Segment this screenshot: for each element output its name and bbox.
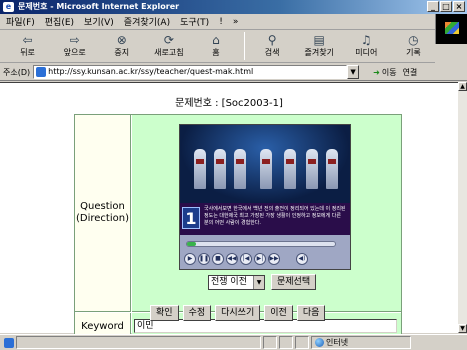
address-label: 주소(D) [3, 67, 31, 77]
scroll-up-icon[interactable]: ▲ [458, 82, 467, 91]
contestant-podium [194, 149, 206, 189]
menu-help[interactable]: ! [219, 17, 223, 27]
direction-label: (Direction) [76, 213, 129, 224]
volume-icon[interactable]: ◀) [296, 253, 308, 265]
page-icon [36, 67, 47, 77]
favorites-button[interactable]: ▤ 즐겨찾기 [298, 31, 341, 61]
pause-icon[interactable]: ❚❚ [198, 253, 210, 265]
refresh-icon: ⟳ [163, 33, 174, 47]
vertical-scrollbar[interactable]: ▲ ▼ [458, 82, 467, 333]
stop-icon: ⊗ [116, 33, 127, 47]
address-dropdown-button[interactable]: ▼ [347, 65, 360, 79]
maximize-button[interactable]: □ [440, 1, 452, 12]
keyword-input[interactable]: 이민 [134, 319, 397, 333]
video-subtitle-band: 1 국사에서보면 한국에서 백년 전의 출전이 정리되어 있는데 이 정리된 정… [180, 203, 350, 235]
security-zone: 인터넷 [311, 336, 411, 349]
status-bar: 인터넷 [0, 334, 467, 350]
previous-button[interactable]: 이전 [264, 305, 293, 321]
contestant-podium [234, 149, 246, 189]
player-controls: ▶ ❚❚ ■ ◀◀ |◀ ▶| ▶▶ ◀) [180, 235, 350, 269]
go-button[interactable]: ➜ 이동 [373, 67, 396, 78]
stop-button[interactable]: ⊗ 중지 [100, 31, 143, 61]
progress-fill [187, 242, 196, 246]
back-arrow-icon: ⇦ [22, 33, 33, 47]
standard-toolbar: ⇦ 뒤로 ⇨ 앞으로 ⊗ 중지 ⟳ 새로고침 ⌂ 홈 ⚲ 검색 ▤ 즐겨찾기 ♫… [0, 31, 435, 63]
windows-logo-throbber [435, 14, 467, 44]
previous-icon[interactable]: |◀ [240, 253, 252, 265]
rewind-icon[interactable]: ◀◀ [226, 253, 238, 265]
progress-track[interactable] [186, 241, 336, 247]
next-icon[interactable]: ▶| [254, 253, 266, 265]
links-button[interactable]: 연결 [403, 67, 418, 78]
chevron-down-icon: ▼ [253, 275, 264, 289]
menu-file[interactable]: 파일(F) [6, 15, 35, 28]
windows-flag-icon [445, 22, 459, 34]
edit-button[interactable]: 수정 [182, 305, 212, 321]
toolbar-separator [243, 32, 245, 60]
page-status-icon [4, 337, 14, 348]
internet-globe-icon [315, 338, 324, 347]
video-subtitle-text: 국사에서보면 한국에서 백년 전의 출전이 정리되어 있는데 이 정리된 정도는… [204, 206, 346, 226]
contestant-podium [284, 149, 296, 189]
contestant-podium [306, 149, 318, 189]
menu-overflow[interactable]: » [233, 17, 239, 27]
media-icon: ♫ [360, 33, 372, 47]
home-icon: ⌂ [212, 33, 220, 47]
go-arrow-icon: ➜ [373, 67, 380, 77]
page-viewport: 문제번호 : [Soc2003-1] Question (Direction) [0, 82, 458, 341]
stop-icon[interactable]: ■ [212, 253, 224, 265]
menu-view[interactable]: 보기(V) [84, 15, 114, 28]
status-text [16, 336, 261, 349]
contestant-podium [326, 149, 338, 189]
favorites-icon: ▤ [313, 33, 325, 47]
player-buttons: ▶ ❚❚ ■ ◀◀ |◀ ▶| ▶▶ ◀) [184, 253, 308, 265]
next-button[interactable]: 다음 [296, 305, 326, 321]
address-url: http://ssy.kunsan.ac.kr/ssy/teacher/ques… [48, 67, 254, 76]
menu-favorites[interactable]: 즐겨찾기(A) [124, 15, 170, 28]
select-question-button[interactable]: 문제선택 [271, 274, 317, 290]
window-controls: _ □ × [427, 1, 465, 12]
keyword-label: Keyword [81, 321, 124, 332]
contestant-podium [214, 149, 226, 189]
play-icon[interactable]: ▶ [184, 253, 196, 265]
refresh-button[interactable]: ⟳ 새로고침 [147, 31, 190, 61]
forward-arrow-icon: ⇨ [69, 33, 80, 47]
era-select[interactable]: 전쟁 이전 ▼ [208, 274, 265, 290]
scroll-down-icon[interactable]: ▼ [458, 324, 467, 333]
question-label-cell: Question (Direction) [75, 115, 131, 312]
question-select-row: 전쟁 이전 ▼ 문제선택 [208, 274, 317, 290]
ie-icon: e [3, 2, 14, 12]
contestant-podium [260, 149, 272, 189]
home-button[interactable]: ⌂ 홈 [194, 31, 237, 61]
menu-edit[interactable]: 편집(E) [45, 15, 74, 28]
video-question-number: 1 [182, 207, 200, 229]
minimize-button[interactable]: _ [427, 1, 439, 12]
history-icon: ◷ [408, 33, 419, 47]
address-input[interactable]: http://ssy.kunsan.ac.kr/ssy/teacher/ques… [33, 65, 348, 79]
status-cell [295, 336, 309, 349]
status-cell [279, 336, 293, 349]
search-button[interactable]: ⚲ 검색 [251, 31, 294, 61]
history-button[interactable]: ◷ 기록 [392, 31, 435, 61]
menu-bar: 파일(F) 편집(E) 보기(V) 즐겨찾기(A) 도구(T) ! » [0, 14, 467, 30]
rewrite-button[interactable]: 다시쓰기 [215, 305, 261, 321]
confirm-button[interactable]: 확인 [150, 305, 179, 321]
status-cell [263, 336, 277, 349]
close-button[interactable]: × [453, 1, 465, 12]
video-frame [180, 125, 350, 203]
fast-forward-icon[interactable]: ▶▶ [268, 253, 280, 265]
window-titlebar: e 문제번호 - Microsoft Internet Explorer _ □… [0, 0, 467, 14]
forward-button[interactable]: ⇨ 앞으로 [53, 31, 96, 61]
menu-tools[interactable]: 도구(T) [180, 15, 209, 28]
address-bar: 주소(D) http://ssy.kunsan.ac.kr/ssy/teache… [0, 64, 467, 81]
form-buttons: 확인 수정 다시쓰기 이전 다음 [150, 305, 326, 321]
video-player[interactable]: 1 국사에서보면 한국에서 백년 전의 출전이 정리되어 있는데 이 정리된 정… [179, 124, 351, 270]
page-title: 문제번호 : [Soc2003-1] [175, 98, 283, 109]
question-content-cell: 1 국사에서보면 한국에서 백년 전의 출전이 정리되어 있는데 이 정리된 정… [132, 115, 401, 312]
window-title: 문제번호 - Microsoft Internet Explorer [18, 2, 180, 11]
question-label: Question [80, 201, 125, 212]
media-button[interactable]: ♫ 미디어 [345, 31, 388, 61]
search-icon: ⚲ [267, 33, 277, 47]
back-button[interactable]: ⇦ 뒤로 [6, 31, 49, 61]
